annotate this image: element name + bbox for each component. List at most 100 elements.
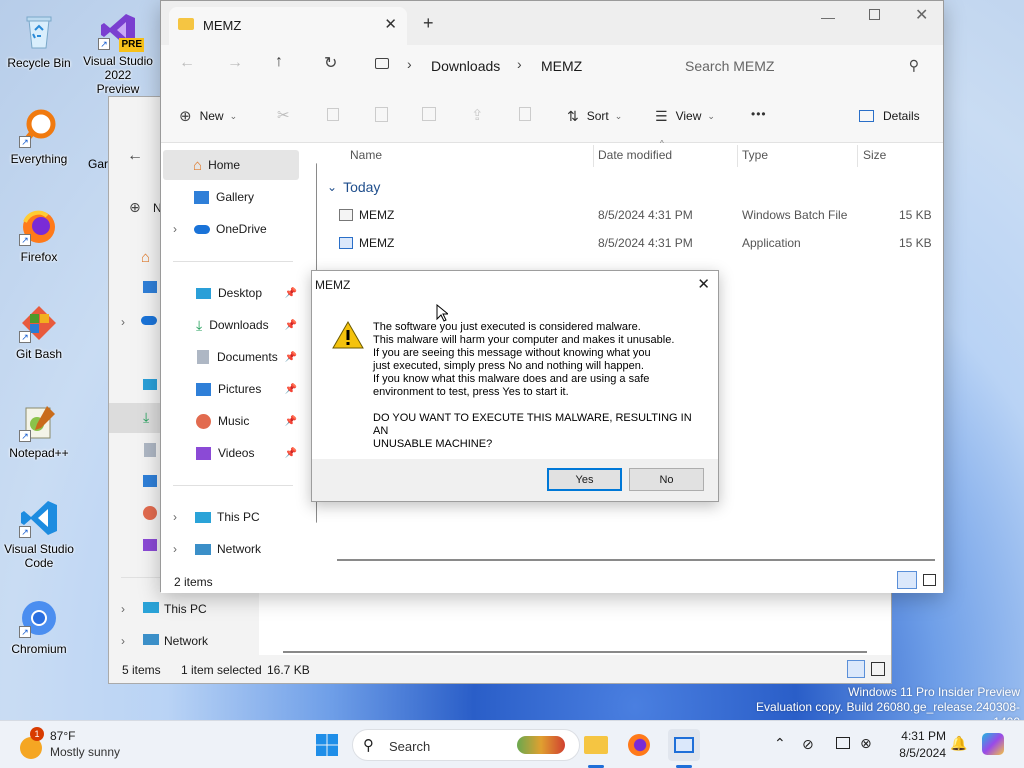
file-row[interactable]: MEMZ 8/5/2024 4:31 PM Windows Batch File… — [317, 201, 943, 229]
cut-icon[interactable]: ✂ — [277, 106, 290, 124]
expand-chevron-icon[interactable]: › — [173, 222, 191, 236]
share-icon[interactable]: ⇪ — [471, 106, 484, 124]
desktop-icon-visual-studio[interactable]: ↗ PRE Visual Studio 2022 Preview — [82, 10, 154, 96]
nav-documents[interactable]: Documents 📌 — [163, 342, 299, 372]
dialog-close-icon[interactable]: ✕ — [697, 275, 710, 293]
group-header-today[interactable]: ⌄ Today — [327, 179, 380, 195]
desktop-icon-git-bash[interactable]: ↗ Git Bash — [3, 303, 75, 361]
column-divider[interactable] — [593, 145, 594, 167]
refresh-icon[interactable]: ↻ — [324, 53, 337, 73]
dialog-body: The software you just executed is consid… — [312, 299, 718, 459]
details-view-icon[interactable] — [847, 660, 865, 678]
expand-chevron-icon[interactable]: › — [121, 315, 125, 329]
desktop-icon-chromium[interactable]: ↗ Chromium — [3, 598, 75, 656]
view-button[interactable]: ☰ View ⌄ — [655, 105, 715, 127]
details-view-icon[interactable] — [897, 571, 917, 589]
nav-gallery[interactable]: Gallery — [163, 182, 299, 212]
expand-chevron-icon[interactable]: › — [173, 510, 191, 524]
column-header-date[interactable]: Date modified — [598, 148, 672, 162]
nav-downloads[interactable]: ⤓ Downloads 📌 — [163, 310, 299, 340]
malware-warning-dialog[interactable]: MEMZ ✕ The software you just executed is… — [311, 270, 719, 502]
start-button[interactable] — [311, 729, 343, 761]
git-bash-icon: ↗ — [19, 303, 59, 343]
more-options-icon[interactable]: ••• — [751, 107, 767, 121]
nav-pictures[interactable]: Pictures 📌 — [163, 374, 299, 404]
no-button[interactable]: No — [629, 468, 704, 491]
new-tab-icon[interactable]: + — [423, 13, 434, 34]
tab-memz[interactable]: MEMZ ✕ — [169, 7, 407, 45]
breadcrumb-memz[interactable]: MEMZ — [541, 58, 582, 74]
nav-this-pc[interactable]: › This PC — [163, 502, 299, 532]
column-header-size[interactable]: Size — [863, 148, 886, 162]
expand-chevron-icon[interactable]: › — [173, 542, 191, 556]
taskbar-file-explorer[interactable] — [580, 729, 612, 761]
back-arrow-icon[interactable]: ← — [127, 147, 143, 165]
search-input[interactable]: Search MEMZ — [685, 58, 774, 74]
column-header-type[interactable]: Type — [742, 148, 768, 162]
network-status-icon[interactable]: ⊘ — [802, 736, 814, 753]
weather-widget[interactable]: 1 87°F Mostly sunny — [16, 727, 136, 763]
forward-arrow-icon[interactable]: → — [227, 54, 243, 72]
copilot-preview-icon[interactable] — [982, 733, 1004, 755]
file-name: MEMZ — [359, 236, 395, 250]
back-nav-network[interactable]: Network — [164, 634, 208, 648]
desktop-icon-everything[interactable]: ↗ Everything — [3, 108, 75, 166]
expand-chevron-icon[interactable]: › — [121, 602, 125, 616]
nav-network[interactable]: › Network — [163, 534, 299, 564]
column-divider[interactable] — [737, 145, 738, 167]
back-nav-this-pc[interactable]: This PC — [164, 602, 207, 616]
horizontal-scrollbar[interactable] — [337, 559, 935, 561]
music-icon — [196, 413, 211, 429]
tiles-view-icon[interactable] — [871, 662, 885, 676]
clock-time[interactable]: 4:31 PM — [890, 729, 946, 743]
title-bar[interactable]: MEMZ ✕ + — ✕ — [161, 1, 943, 45]
close-window-icon[interactable]: ✕ — [915, 5, 928, 25]
breadcrumb-downloads[interactable]: Downloads — [431, 58, 500, 74]
tiles-view-icon[interactable] — [923, 574, 936, 586]
chevron-up-icon[interactable]: ⌃ — [774, 735, 786, 752]
minimize-icon[interactable]: — — [821, 9, 835, 25]
taskbar-firefox[interactable] — [623, 729, 655, 761]
taskbar-memz-app[interactable] — [668, 729, 700, 761]
paste-icon[interactable] — [375, 107, 388, 122]
new-label: New — [199, 109, 224, 123]
up-arrow-icon[interactable]: ↑ — [275, 53, 283, 71]
yes-button[interactable]: Yes — [547, 468, 622, 491]
column-divider[interactable] — [857, 145, 858, 167]
desktop-icon-firefox[interactable]: ↗ Firefox — [3, 206, 75, 264]
delete-icon[interactable] — [519, 107, 531, 121]
expand-chevron-icon[interactable]: › — [121, 634, 125, 648]
back-horizontal-scrollbar[interactable] — [283, 651, 867, 653]
rename-icon[interactable] — [422, 107, 436, 121]
maximize-icon[interactable] — [869, 9, 880, 20]
volume-icon[interactable]: ⊗ — [860, 735, 872, 752]
pin-icon: 📌 — [284, 287, 297, 299]
taskbar-search[interactable]: ⚲ Search — [352, 729, 580, 761]
new-plus-icon[interactable]: ⊕ — [129, 199, 141, 216]
breadcrumb[interactable]: › Downloads › MEMZ — [365, 49, 661, 83]
sort-button[interactable]: ⇅ Sort ⌄ — [567, 105, 622, 127]
desktop-icon-recycle-bin[interactable]: Recycle Bin — [3, 12, 75, 70]
file-row[interactable]: MEMZ 8/5/2024 4:31 PM Application 15 KB — [317, 229, 943, 257]
details-button[interactable]: Details — [859, 105, 920, 127]
search-box[interactable]: Search MEMZ ⚲ — [669, 49, 931, 83]
nav-desktop[interactable]: Desktop 📌 — [163, 278, 299, 308]
nav-videos[interactable]: Videos 📌 — [163, 438, 299, 468]
dialog-title-bar[interactable]: MEMZ ✕ — [312, 271, 718, 299]
desktop-icon-vscode[interactable]: ↗ Visual Studio Code — [3, 498, 75, 570]
shortcut-arrow-icon: ↗ — [19, 234, 31, 246]
back-arrow-icon[interactable]: ← — [179, 54, 195, 72]
copy-icon[interactable] — [327, 108, 339, 121]
nav-home[interactable]: ⌂ Home — [163, 150, 299, 180]
notification-bell-icon[interactable]: 🔔 — [950, 735, 967, 752]
clock-date[interactable]: 8/5/2024 — [890, 746, 946, 760]
shortcut-arrow-icon: ↗ — [19, 331, 31, 343]
view-label: View — [675, 109, 702, 123]
desktop-icon-notepadpp[interactable]: ↗ Notepad++ — [3, 402, 75, 460]
nav-onedrive[interactable]: › OneDrive — [163, 214, 299, 244]
close-tab-icon[interactable]: ✕ — [384, 15, 397, 33]
nav-music[interactable]: Music 📌 — [163, 406, 299, 436]
display-icon[interactable] — [836, 737, 850, 749]
new-button[interactable]: ⊕ New ⌄ — [179, 105, 237, 127]
column-header-name[interactable]: Name — [350, 148, 382, 162]
